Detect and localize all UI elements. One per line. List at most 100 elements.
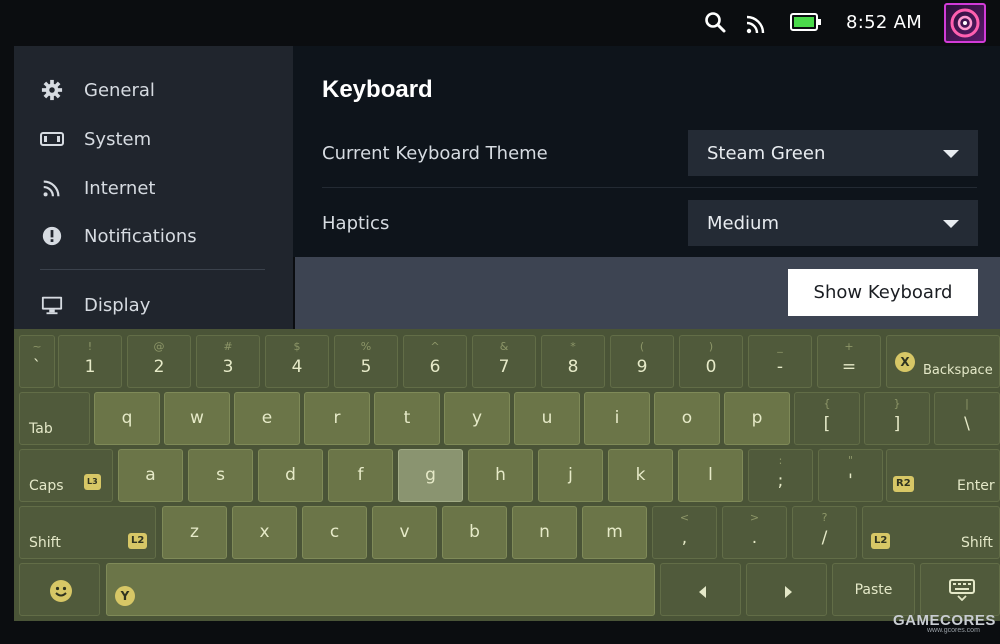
shift-left-key[interactable]: Shift L2	[19, 506, 156, 559]
key-=[interactable]: + =	[817, 335, 881, 388]
key-c[interactable]: c	[302, 506, 367, 559]
key-v[interactable]: v	[372, 506, 437, 559]
key-x[interactable]: x	[232, 506, 297, 559]
key-1[interactable]: ! 1	[58, 335, 122, 388]
key-symbol: o	[681, 408, 693, 428]
backspace-key[interactable]: X Backspace	[886, 335, 1000, 388]
key-symbol: 5	[360, 357, 372, 377]
key-punct-10[interactable]: {[	[794, 392, 860, 445]
key-label: Backspace	[923, 363, 993, 378]
search-icon[interactable]	[703, 10, 727, 34]
key-t[interactable]: t	[374, 392, 440, 445]
arrow-left-icon	[699, 586, 706, 598]
sidebar-item-notifications[interactable]: Notifications	[40, 221, 197, 251]
key-punct-8[interactable]: >.	[722, 506, 787, 559]
key-b[interactable]: b	[442, 506, 507, 559]
sidebar-item-display[interactable]: Display	[40, 290, 150, 320]
key-s[interactable]: s	[188, 449, 253, 502]
shift-right-key[interactable]: L2 Shift	[862, 506, 1000, 559]
key-i[interactable]: i	[584, 392, 650, 445]
key-shift-symbol: $	[293, 340, 301, 353]
key-symbol: n	[539, 522, 550, 542]
avatar[interactable]	[944, 3, 986, 43]
key-punct-9[interactable]: ? /	[792, 506, 857, 559]
key-g[interactable]: g	[398, 449, 463, 502]
key-l[interactable]: l	[678, 449, 743, 502]
key-punct-12[interactable]: | \	[934, 392, 1000, 445]
sidebar-item-system[interactable]: System	[40, 124, 151, 154]
key-label: Tab	[29, 421, 53, 437]
controller-badge: L2	[128, 533, 148, 549]
key-w[interactable]: w	[164, 392, 230, 445]
key-q[interactable]: q	[94, 392, 160, 445]
key-symbol: y	[471, 408, 483, 428]
key-u[interactable]: u	[514, 392, 580, 445]
key-6[interactable]: ^ 6	[403, 335, 467, 388]
key-d[interactable]: d	[258, 449, 323, 502]
key-p[interactable]: p	[724, 392, 790, 445]
key-punct-10[interactable]: " '	[818, 449, 883, 502]
key-symbol: 3	[222, 357, 234, 377]
key-label: Enter	[957, 478, 995, 494]
battery-icon	[790, 13, 821, 31]
paste-key[interactable]: Paste	[832, 563, 915, 616]
key-a[interactable]: a	[118, 449, 183, 502]
key-symbol: g	[425, 465, 436, 485]
key-7[interactable]: & 7	[472, 335, 536, 388]
sidebar-item-label: Internet	[84, 177, 156, 199]
enter-key[interactable]: R2 Enter	[886, 449, 1000, 502]
key-z[interactable]: z	[162, 506, 227, 559]
key-8[interactable]: * 8	[541, 335, 605, 388]
key-m[interactable]: m	[582, 506, 647, 559]
caps-lock-key[interactable]: Caps L3	[19, 449, 113, 502]
key-2[interactable]: @2	[127, 335, 191, 388]
key-0[interactable]: ) 0	[679, 335, 743, 388]
key-e[interactable]: e	[234, 392, 300, 445]
key-o[interactable]: o	[654, 392, 720, 445]
key-3[interactable]: #3	[196, 335, 260, 388]
arrow-left-key[interactable]	[660, 563, 741, 616]
space-key[interactable]: Y	[106, 563, 655, 616]
sidebar-item-internet[interactable]: Internet	[40, 173, 155, 203]
key-j[interactable]: j	[538, 449, 603, 502]
keyboard-toggle-key[interactable]	[920, 563, 1000, 616]
monitor-icon	[40, 293, 64, 317]
arrow-right-key[interactable]	[746, 563, 827, 616]
key-shift-symbol: |	[965, 397, 969, 410]
key-h[interactable]: h	[468, 449, 533, 502]
key-symbol: s	[216, 465, 225, 485]
key-r[interactable]: r	[304, 392, 370, 445]
tab-key[interactable]: Tab	[19, 392, 90, 445]
key-punct-11[interactable]: }]	[864, 392, 930, 445]
key-y[interactable]: y	[444, 392, 510, 445]
key-f[interactable]: f	[328, 449, 393, 502]
key--[interactable]: _ -	[748, 335, 812, 388]
key-symbol: 1	[84, 357, 96, 377]
sidebar-item-label: Notifications	[84, 225, 197, 247]
key-punct-9[interactable]: :;	[748, 449, 813, 502]
show-keyboard-button[interactable]: Show Keyboard	[788, 269, 978, 316]
key-shift-symbol: +	[844, 340, 854, 353]
key-n[interactable]: n	[512, 506, 577, 559]
key-symbol: l	[708, 465, 713, 485]
theme-dropdown[interactable]: Steam Green	[688, 130, 978, 176]
emoji-icon	[50, 580, 72, 602]
haptics-dropdown[interactable]: Medium	[688, 200, 978, 246]
key-symbol: ,	[681, 528, 688, 548]
key-label: Caps	[29, 478, 64, 494]
theme-label: Current Keyboard Theme	[322, 143, 548, 164]
key-5[interactable]: % 5	[334, 335, 398, 388]
emoji-key[interactable]	[19, 563, 100, 616]
key-9[interactable]: (9	[610, 335, 674, 388]
rss-icon	[746, 15, 765, 34]
sidebar-item-general[interactable]: General	[40, 75, 155, 105]
key-4[interactable]: $4	[265, 335, 329, 388]
key-symbol: =	[841, 357, 857, 377]
controller-badge: R2	[893, 476, 914, 492]
key-symbol: d	[285, 465, 296, 485]
key-punct-7[interactable]: <,	[652, 506, 717, 559]
key-symbol: z	[190, 522, 199, 542]
key-shift-symbol: !	[87, 340, 93, 353]
key-k[interactable]: k	[608, 449, 673, 502]
key-`[interactable]: ~ `	[19, 335, 55, 388]
